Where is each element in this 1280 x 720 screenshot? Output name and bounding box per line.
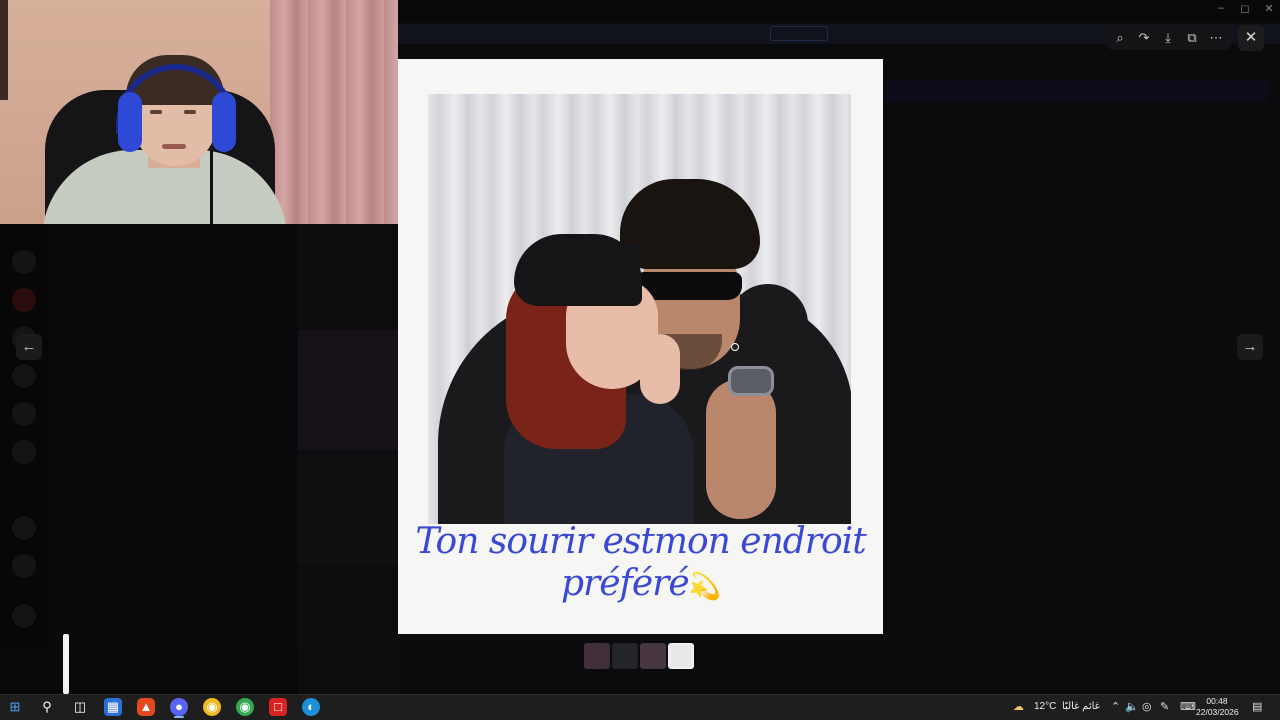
brave-browser-icon[interactable]: ▲ <box>137 698 155 716</box>
more-options-icon[interactable]: ⋯ <box>1205 27 1227 49</box>
server-icon <box>12 288 36 312</box>
window-close-icon[interactable]: ✕ <box>1257 2 1280 15</box>
keyboard-icon[interactable]: ⌨ <box>1180 700 1196 713</box>
microphone-icon[interactable]: ◎ <box>1142 700 1152 713</box>
minimize-icon[interactable]: – <box>1209 2 1233 14</box>
server-icon <box>12 440 36 464</box>
screen: – ◻ ✕ ⌕ ↷ ⤓ ⧉ ⋯ ✕ ← → Ton sourir estmon … <box>0 0 1280 720</box>
notice-button <box>770 26 828 41</box>
viewed-image: Ton sourir estmon endroit préféré💫 <box>398 59 883 634</box>
chat-attachment <box>298 330 398 450</box>
server-icon <box>12 554 36 578</box>
server-icon <box>12 604 36 628</box>
download-icon[interactable]: ⤓ <box>1157 27 1179 49</box>
acrobat-icon[interactable]: □ <box>269 698 287 716</box>
thumbnail-1[interactable] <box>584 643 610 669</box>
user-panel <box>0 650 298 694</box>
server-icon <box>12 516 36 540</box>
maximize-icon[interactable]: ◻ <box>1233 2 1257 15</box>
arrow-right-icon: → <box>1242 338 1258 355</box>
chrome-icon[interactable]: ◉ <box>236 698 254 716</box>
close-viewer-button[interactable]: ✕ <box>1238 25 1264 51</box>
discord-icon[interactable]: ● <box>170 698 188 716</box>
edge-icon[interactable]: ◐ <box>302 698 320 716</box>
banner-bar <box>883 80 1268 102</box>
next-image-button[interactable]: → <box>1237 334 1263 360</box>
server-icon <box>12 250 36 274</box>
task-view-icon[interactable]: ◫ <box>71 698 89 716</box>
channel-list <box>48 224 298 694</box>
webcam-feed <box>0 0 398 224</box>
overlay-stripe <box>63 634 69 694</box>
previous-image-button[interactable]: ← <box>16 334 42 360</box>
photo-booth-picture <box>428 94 851 524</box>
thumbnail-3[interactable] <box>640 643 666 669</box>
notification-icon[interactable]: ▤ <box>1252 700 1262 713</box>
forward-share-icon[interactable]: ↷ <box>1133 27 1155 49</box>
sparkle-emoji: 💫 <box>688 572 721 602</box>
windows-start-icon[interactable]: ⊞ <box>6 698 24 716</box>
weather-icon[interactable]: ☁ <box>1013 700 1024 713</box>
volume-icon[interactable]: 🔈 <box>1125 700 1139 713</box>
image-caption: Ton sourir estmon endroit préféré💫 <box>398 521 883 608</box>
clock-time: 00:48 <box>1206 696 1228 706</box>
chat-attachment <box>298 455 398 565</box>
clock-date: 22/03/2026 <box>1196 707 1239 717</box>
app-titlebar <box>398 0 1280 22</box>
close-icon: ✕ <box>1244 29 1258 46</box>
search-icon[interactable]: ⚲ <box>38 698 56 716</box>
thumbnail-4[interactable] <box>668 643 694 669</box>
active-app-indicator <box>174 716 184 718</box>
caption-line-1: Ton sourir estmon endroit <box>415 521 866 562</box>
mouse-cursor <box>731 343 739 351</box>
zoom-in-icon[interactable]: ⌕ <box>1109 27 1131 49</box>
microsoft-store-icon[interactable]: ▦ <box>104 698 122 716</box>
chevron-up-icon[interactable]: ⌃ <box>1111 700 1120 713</box>
arrow-left-icon: ← <box>21 338 37 355</box>
taskbar-clock[interactable]: 00:48 22/03/2026 <box>1196 696 1239 718</box>
message-input <box>883 655 1268 683</box>
pen-icon[interactable]: ✎ <box>1160 700 1169 713</box>
weather-temperature[interactable]: 12°C <box>1034 701 1056 712</box>
caption-line-2: préféré <box>560 563 690 604</box>
chrome-canary-icon[interactable]: ◉ <box>203 698 221 716</box>
server-icon <box>12 402 36 426</box>
open-external-icon[interactable]: ⧉ <box>1181 27 1203 49</box>
thumbnail-2[interactable] <box>612 643 638 669</box>
server-icon <box>12 364 36 388</box>
weather-description[interactable]: غائم غالبًا <box>1062 701 1100 712</box>
